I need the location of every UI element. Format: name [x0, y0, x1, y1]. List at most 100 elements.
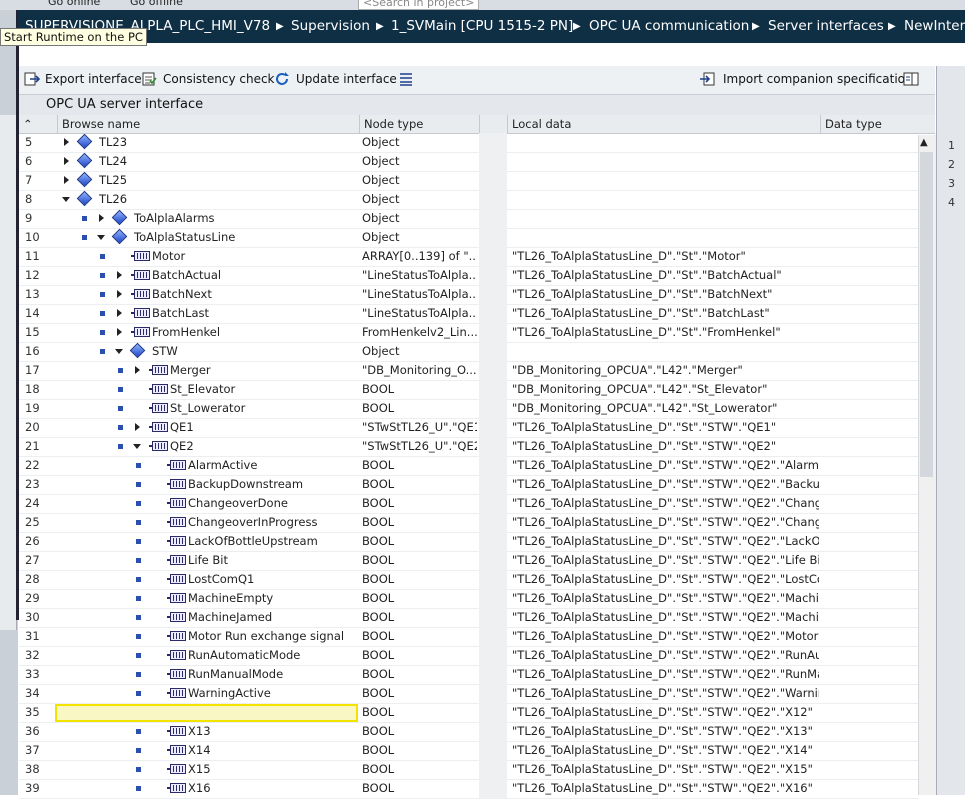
browse-name-cell[interactable]: Life Bit [188, 553, 228, 567]
expand-arrow-icon[interactable] [64, 138, 69, 146]
table-row[interactable]: 34 WarningActive BOOL "TL26_ToAlplaStatusLi… [19, 684, 918, 704]
browse-name-cell[interactable]: TL23 [99, 135, 127, 149]
node-type-cell[interactable]: Object [362, 173, 477, 187]
selected-cell[interactable] [55, 704, 358, 722]
table-row[interactable]: 38 X15 BOOL "TL26_ToAlplaStatusLine_D"."St"… [19, 760, 918, 780]
breadcrumb-item[interactable]: OPC UA communication [589, 18, 749, 34]
browse-name-cell[interactable]: LackOfBottleUpstream [188, 534, 318, 548]
table-row[interactable]: 13 BatchNext "LineStatusToAlpla... "TL26_To… [19, 285, 918, 305]
browse-name-cell[interactable]: X16 [188, 781, 211, 795]
local-data-cell[interactable]: "TL26_ToAlplaStatusLine_D"."St"."STW"."Q… [512, 648, 819, 662]
node-type-cell[interactable]: "STwStTL26_U"."QE1" [362, 420, 477, 434]
panel-icon[interactable] [903, 71, 919, 87]
node-type-cell[interactable]: ARRAY[0..139] of "... [362, 249, 477, 263]
local-data-cell[interactable]: "TL26_ToAlplaStatusLine_D"."St"."BatchLa… [512, 306, 819, 320]
node-type-cell[interactable]: BOOL [362, 401, 477, 415]
table-row[interactable]: 22 AlarmActive BOOL "TL26_ToAlplaStatusLine… [19, 456, 918, 476]
browse-name-cell[interactable]: BatchActual [152, 268, 221, 282]
local-data-cell[interactable]: "TL26_ToAlplaStatusLine_D"."St"."FromHen… [512, 325, 819, 339]
node-type-cell[interactable]: BOOL [362, 629, 477, 643]
expand-arrow-icon[interactable] [99, 214, 104, 222]
local-data-cell[interactable]: "TL26_ToAlplaStatusLine_D"."St"."STW"."Q… [512, 667, 819, 681]
local-data-cell[interactable]: "TL26_ToAlplaStatusLine_D"."St"."STW"."Q… [512, 439, 819, 453]
node-type-cell[interactable]: FromHenkelv2_Lin... [362, 325, 477, 339]
collapse-arrow-icon[interactable] [97, 235, 105, 240]
table-row[interactable]: 27 Life Bit BOOL "TL26_ToAlplaStatusLine_D"… [19, 551, 918, 571]
node-type-cell[interactable]: BOOL [362, 781, 477, 795]
breadcrumb-item[interactable]: Supervision [291, 18, 370, 34]
table-row[interactable]: 14 BatchLast "LineStatusToAlpla... "TL26_To… [19, 304, 918, 324]
table-row[interactable]: 21 QE2 "STwStTL26_U"."QE2" "TL26_ToAlplaSta… [19, 437, 918, 457]
table-row[interactable]: 12 BatchActual "LineStatusToAlpla... "TL26_… [19, 266, 918, 286]
browse-name-cell[interactable]: TL26 [99, 192, 127, 206]
table-row[interactable]: 18 St_Elevator BOOL "DB_Monitoring_OPCUA"."… [19, 380, 918, 400]
table-row[interactable]: 24 ChangeoverDone BOOL "TL26_ToAlplaStatusL… [19, 494, 918, 514]
node-type-cell[interactable]: Object [362, 211, 477, 225]
table-row[interactable]: 32 RunAutomaticMode BOOL "TL26_ToAlplaStatu… [19, 646, 918, 666]
table-row[interactable]: 29 MachineEmpty BOOL "TL26_ToAlplaStatusLin… [19, 589, 918, 609]
table-row[interactable]: 33 RunManualMode BOOL "TL26_ToAlplaStatusLi… [19, 665, 918, 685]
breadcrumb-item[interactable]: NewInterf [904, 18, 965, 34]
table-row[interactable]: 30 MachineJamed BOOL "TL26_ToAlplaStatusLin… [19, 608, 918, 628]
browse-name-cell[interactable]: ChangeoverInProgress [188, 515, 317, 529]
local-data-cell[interactable]: "TL26_ToAlplaStatusLine_D"."St"."STW"."Q… [512, 572, 819, 586]
collapse-header-button[interactable]: ⌃ [19, 115, 57, 133]
expand-arrow-icon[interactable] [135, 423, 140, 431]
table-row[interactable]: 39 X16 BOOL "TL26_ToAlplaStatusLine_D"."St"… [19, 779, 918, 799]
browse-name-cell[interactable]: QE1 [170, 420, 194, 434]
browse-name-cell[interactable]: QE2 [170, 439, 194, 453]
node-type-cell[interactable]: BOOL [362, 648, 477, 662]
node-type-cell[interactable]: BOOL [362, 743, 477, 757]
column-header-data-type[interactable]: Data type [820, 115, 918, 133]
column-header-local-data[interactable]: Local data [507, 115, 820, 133]
local-data-cell[interactable]: "TL26_ToAlplaStatusLine_D"."St"."STW"."Q… [512, 515, 819, 529]
browse-name-cell[interactable]: TL24 [99, 154, 127, 168]
local-data-cell[interactable]: "TL26_ToAlplaStatusLine_D"."St"."Motor" [512, 249, 819, 263]
browse-name-cell[interactable]: BackupDownstream [188, 477, 303, 491]
local-data-cell[interactable]: "TL26_ToAlplaStatusLine_D"."St"."STW"."Q… [512, 724, 819, 738]
local-data-cell[interactable]: "TL26_ToAlplaStatusLine_D"."St"."STW"."Q… [512, 610, 819, 624]
go-online-button[interactable]: Go online [48, 0, 100, 8]
node-type-cell[interactable]: BOOL [362, 515, 477, 529]
browse-name-cell[interactable]: Merger [170, 363, 211, 377]
node-type-cell[interactable]: Object [362, 135, 477, 149]
table-row[interactable]: 8 TL26 Object [19, 190, 918, 210]
table-row[interactable]: 31 Motor Run exchange signal BOOL "TL26_ToA… [19, 627, 918, 647]
node-type-cell[interactable]: Object [362, 192, 477, 206]
collapse-arrow-icon[interactable] [115, 349, 123, 354]
browse-name-cell[interactable]: X13 [188, 724, 211, 738]
node-type-cell[interactable]: Object [362, 154, 477, 168]
browse-name-cell[interactable]: BatchNext [152, 287, 212, 301]
node-type-cell[interactable]: BOOL [362, 458, 477, 472]
browse-name-cell[interactable]: BatchLast [152, 306, 209, 320]
breadcrumb-item[interactable]: Server interfaces [768, 18, 884, 34]
local-data-cell[interactable]: "TL26_ToAlplaStatusLine_D"."St"."STW"."Q… [512, 762, 819, 776]
local-data-cell[interactable]: "TL26_ToAlplaStatusLine_D"."St"."STW"."Q… [512, 781, 819, 795]
browse-name-cell[interactable]: STW [152, 344, 178, 358]
browse-name-cell[interactable]: RunAutomaticMode [188, 648, 300, 662]
expand-arrow-icon[interactable] [117, 328, 122, 336]
node-type-cell[interactable]: Object [362, 344, 477, 358]
browse-name-cell[interactable]: RunManualMode [188, 667, 283, 681]
expand-arrow-icon[interactable] [117, 309, 122, 317]
local-data-cell[interactable]: "TL26_ToAlplaStatusLine_D"."St"."STW"."Q… [512, 458, 819, 472]
node-type-cell[interactable]: BOOL [362, 572, 477, 586]
node-type-cell[interactable]: BOOL [362, 477, 477, 491]
local-data-cell[interactable]: "TL26_ToAlplaStatusLine_D"."St"."STW"."Q… [512, 420, 819, 434]
expand-arrow-icon[interactable] [64, 157, 69, 165]
table-row[interactable]: 28 LostComQ1 BOOL "TL26_ToAlplaStatusLine_D… [19, 570, 918, 590]
update-interface-button[interactable]: Update interface [296, 72, 397, 86]
local-data-cell[interactable]: "TL26_ToAlplaStatusLine_D"."St"."STW"."Q… [512, 477, 819, 491]
breadcrumb-item[interactable]: 1_SVMain [CPU 1515-2 PN] [391, 18, 573, 34]
table-row[interactable]: 5 TL23 Object [19, 133, 918, 153]
collapse-arrow-icon[interactable] [133, 444, 141, 449]
browse-name-cell[interactable]: TL25 [99, 173, 127, 187]
local-data-cell[interactable]: "TL26_ToAlplaStatusLine_D"."St"."BatchNe… [512, 287, 819, 301]
import-companion-specification-button[interactable]: Import companion specification [723, 72, 913, 86]
browse-name-cell[interactable]: FromHenkel [152, 325, 220, 339]
local-data-cell[interactable]: "TL26_ToAlplaStatusLine_D"."St"."STW"."Q… [512, 743, 819, 757]
browse-name-cell[interactable]: ChangeoverDone [188, 496, 288, 510]
browse-name-cell[interactable]: ToAlplaStatusLine [134, 230, 235, 244]
column-header-node-type[interactable]: Node type [359, 115, 479, 133]
local-data-cell[interactable]: "DB_Monitoring_OPCUA"."L42"."St_Elevator… [512, 382, 819, 396]
